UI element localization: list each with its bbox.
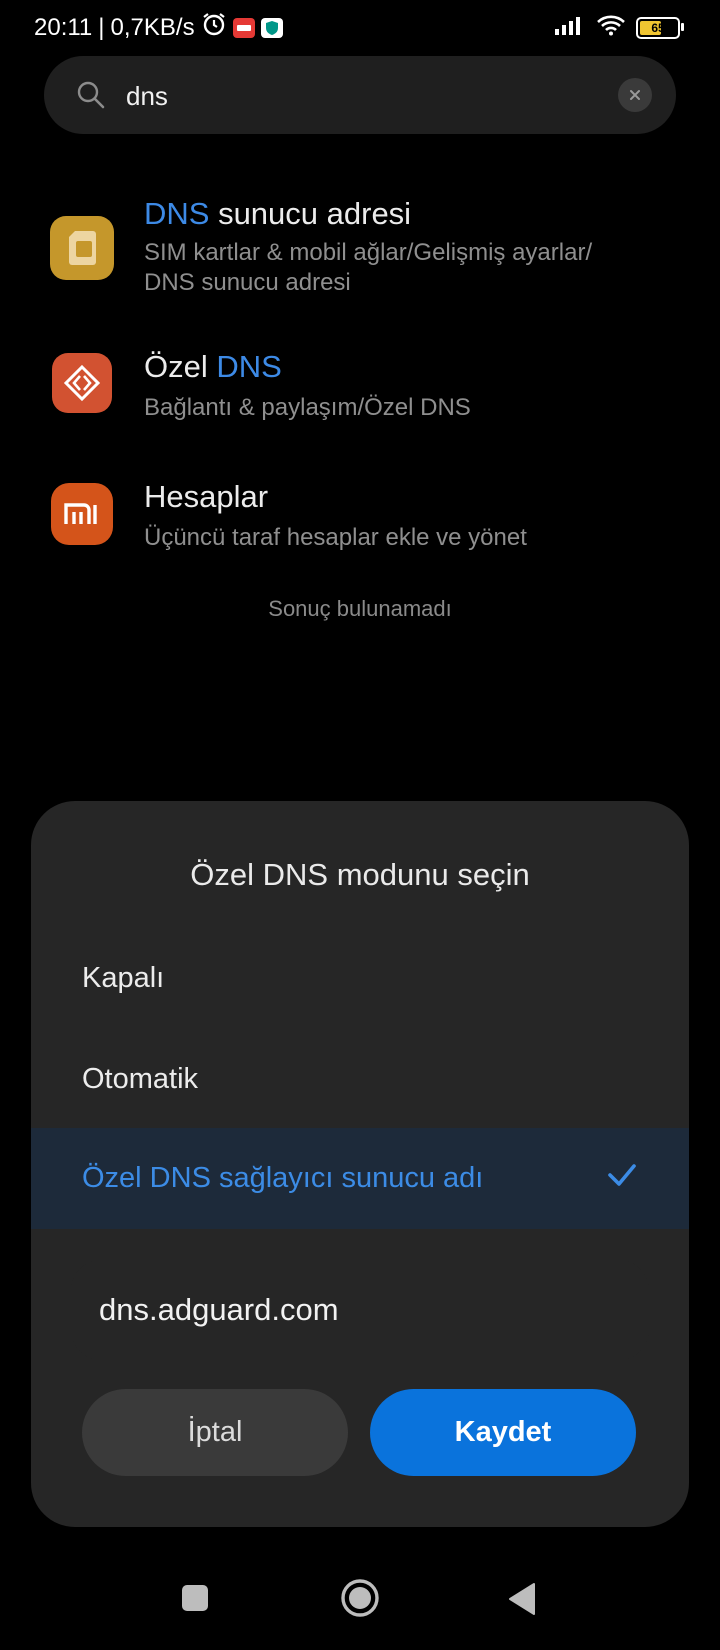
option-label: Otomatik	[82, 1063, 199, 1095]
sim-card-icon	[50, 216, 114, 280]
result-private-dns[interactable]: Özel DNS Bağlantı & paylaşım/Özel DNS	[0, 345, 720, 445]
search-input[interactable]	[124, 74, 608, 118]
back-triangle-icon[interactable]	[508, 1582, 536, 1621]
dns-hostname-field[interactable]	[71, 1260, 649, 1360]
circle-home-icon[interactable]	[340, 1578, 380, 1623]
dialog-title: Özel DNS modunu seçin	[190, 857, 530, 892]
option-private-dns-hostname[interactable]: Özel DNS sağlayıcı sunucu adı	[31, 1128, 689, 1229]
wifi-icon	[596, 14, 626, 41]
battery-icon: 65	[636, 16, 684, 39]
search-icon[interactable]	[76, 80, 106, 115]
search-bar[interactable]	[44, 56, 676, 134]
mi-logo-icon	[51, 483, 113, 545]
status-time: 20:11	[34, 13, 93, 41]
battery-level: 65	[651, 20, 665, 35]
cancel-button[interactable]: İptal	[82, 1389, 348, 1476]
status-bar: 20:11 | 0,7KB/s 65	[0, 0, 720, 52]
title-text: Özel	[144, 349, 217, 384]
result-dns-server-address[interactable]: DNS sunucu adresi SIM kartlar & mobil ağ…	[0, 190, 720, 310]
signal-icon	[554, 15, 586, 40]
highlight-text: DNS	[216, 349, 282, 384]
result-path: SIM kartlar & mobil ağlar/Gelişmiş ayarl…	[144, 238, 664, 298]
path-line: DNS sunucu adresi	[144, 269, 351, 296]
no-result-text: Sonuç bulunamadı	[268, 596, 452, 621]
app-notification-icon	[232, 17, 255, 38]
title-text: sunucu adresi	[209, 196, 412, 231]
result-title: DNS sunucu adresi	[144, 196, 411, 232]
checkmark-icon	[607, 1162, 637, 1193]
path-line: SIM kartlar & mobil ağlar/Gelişmiş ayarl…	[144, 239, 593, 266]
alarm-icon	[201, 12, 227, 43]
option-off[interactable]: Kapalı	[31, 928, 689, 1029]
result-path: Üçüncü taraf hesaplar ekle ve yönet	[144, 524, 527, 551]
option-label: Kapalı	[82, 962, 165, 994]
result-title: Hesaplar	[144, 479, 269, 514]
shield-notification-icon	[260, 17, 283, 38]
status-right: 65	[554, 14, 684, 41]
status-separator: |	[98, 13, 105, 41]
result-title: Özel DNS	[144, 349, 282, 385]
dns-hostname-input[interactable]	[97, 1286, 621, 1334]
result-path: Bağlantı & paylaşım/Özel DNS	[144, 394, 471, 421]
close-icon[interactable]	[618, 78, 652, 112]
highlight-text: DNS	[144, 196, 210, 231]
status-left: 20:11 | 0,7KB/s	[34, 12, 283, 43]
square-icon[interactable]	[181, 1584, 209, 1617]
dns-mode-dialog: Özel DNS modunu seçin Kapalı Otomatik Öz…	[31, 801, 689, 1527]
network-speed: 0,7KB/s	[110, 13, 195, 41]
option-automatic[interactable]: Otomatik	[31, 1029, 689, 1130]
result-accounts[interactable]: Hesaplar Üçüncü taraf hesaplar ekle ve y…	[0, 475, 720, 575]
option-label: Özel DNS sağlayıcı sunucu adı	[82, 1162, 484, 1194]
save-button[interactable]: Kaydet	[370, 1389, 636, 1476]
connection-sharing-icon	[52, 353, 112, 413]
navigation-bar	[0, 1560, 720, 1650]
